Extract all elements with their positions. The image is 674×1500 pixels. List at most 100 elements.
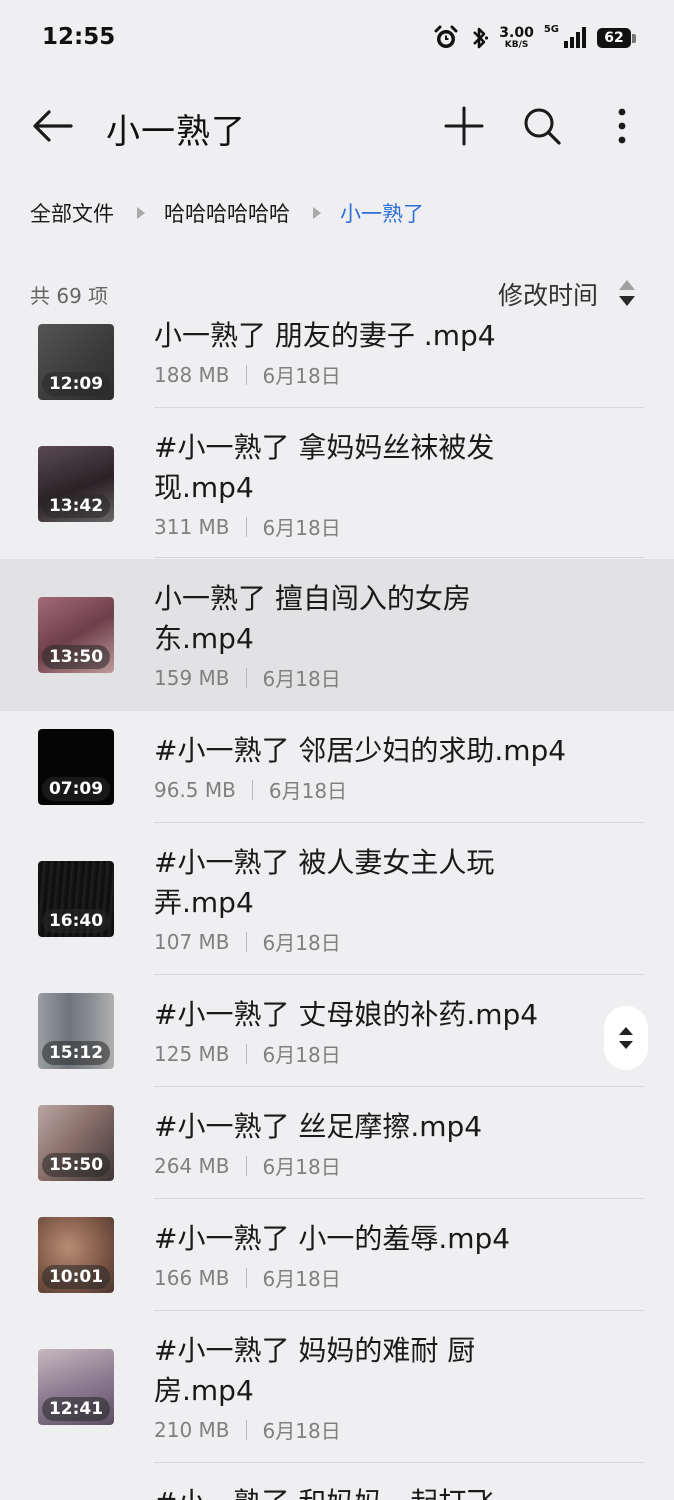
file-date: 6月18日 [262, 1155, 341, 1179]
meta-divider [251, 779, 253, 800]
page-title: 小一熟了 [106, 112, 246, 152]
app-bar: 小一熟了 [0, 86, 674, 166]
back-button[interactable] [28, 104, 76, 148]
list-item[interactable]: 13:42 #小一熟了 拿妈妈丝袜被发现.mp4 311 MB 6月18日 [0, 408, 674, 558]
status-time: 12:55 [42, 24, 116, 50]
signal-icon [563, 27, 587, 49]
item-count: 共 69 项 [30, 284, 109, 308]
file-meta: 107 MB 6月18日 [154, 927, 341, 956]
file-name: #小一熟了 和妈妈一起打飞 [154, 1483, 614, 1500]
triangle-right-icon [312, 206, 322, 220]
file-size: 125 MB [154, 1041, 230, 1066]
file-name: #小一熟了 丝足摩擦.mp4 [154, 1110, 483, 1143]
file-date: 6月18日 [262, 516, 341, 540]
meta-divider [245, 931, 247, 952]
video-duration: 12:09 [42, 372, 110, 396]
more-options-button[interactable] [598, 102, 646, 150]
video-thumbnail: 15:12 [38, 993, 114, 1069]
file-size: 311 MB [154, 514, 230, 539]
file-date: 6月18日 [262, 667, 341, 691]
video-duration: 13:42 [42, 494, 110, 518]
list-item[interactable]: 07:09 #小一熟了 邻居少妇的求助.mp4 96.5 MB 6月18日 [0, 711, 674, 823]
file-date: 6月18日 [262, 1043, 341, 1067]
file-name: #小一熟了 拿妈妈丝袜被发现.mp4 [154, 431, 495, 504]
list-item[interactable]: 15:50 #小一熟了 丝足摩擦.mp4 264 MB 6月18日 [0, 1087, 674, 1199]
file-size: 188 MB [154, 362, 230, 387]
breadcrumb-item-current[interactable]: 小一熟了 [340, 198, 424, 228]
file-size: 264 MB [154, 1153, 230, 1178]
status-icons: 3.00 KB/S 5G 62 [433, 20, 636, 56]
net-speed-unit: KB/S [504, 40, 529, 50]
file-meta: 166 MB 6月18日 [154, 1263, 341, 1292]
alarm-icon [433, 25, 459, 51]
breadcrumb: 全部文件 哈哈哈哈哈哈 小一熟了 [30, 196, 424, 230]
video-thumbnail: 15:50 [38, 1105, 114, 1181]
fast-scroll-handle[interactable] [604, 1006, 648, 1070]
battery-indicator: 62 [597, 28, 636, 48]
file-size: 166 MB [154, 1265, 230, 1290]
breadcrumb-item-all-files[interactable]: 全部文件 [30, 198, 114, 228]
file-meta: 125 MB 6月18日 [154, 1039, 341, 1068]
video-duration: 12:41 [42, 1397, 110, 1421]
meta-divider [245, 1155, 247, 1176]
status-bar: 12:55 3.00 KB/S 5G 62 [0, 0, 674, 76]
video-thumbnail: 10:01 [38, 1217, 114, 1293]
meta-divider [245, 1419, 247, 1440]
battery-tip [632, 33, 636, 43]
file-meta: 159 MB 6月18日 [154, 663, 341, 692]
file-list: 12:09 小一熟了 朋友的妻子 .mp4 188 MB 6月18日 13:42… [0, 320, 674, 1500]
file-name: #小一熟了 丈母娘的补药.mp4 [154, 998, 539, 1031]
meta-divider [245, 364, 247, 385]
breadcrumb-item-folder[interactable]: 哈哈哈哈哈哈 [164, 198, 290, 228]
file-name: 小一熟了 朋友的妻子 .mp4 [154, 320, 496, 352]
video-thumbnail: 12:09 [38, 324, 114, 400]
file-date: 6月18日 [262, 931, 341, 955]
battery-level: 62 [597, 28, 631, 48]
file-size: 96.5 MB [154, 777, 236, 802]
list-summary: 共 69 项 修改时间 [30, 276, 644, 310]
file-name: 小一熟了 擅自闯入的女房东.mp4 [154, 582, 471, 655]
file-meta: 264 MB 6月18日 [154, 1151, 341, 1180]
file-date: 6月18日 [268, 779, 348, 803]
file-size: 210 MB [154, 1417, 230, 1442]
row-divider [154, 557, 644, 558]
file-meta: 96.5 MB 6月18日 [154, 775, 347, 804]
sort-button[interactable]: 修改时间 [498, 276, 598, 312]
list-item[interactable]: #小一熟了 和妈妈一起打飞 [0, 1463, 674, 1500]
list-item[interactable]: 12:41 #小一熟了 妈妈的难耐 厨房.mp4 210 MB 6月18日 [0, 1311, 674, 1463]
video-duration: 16:40 [42, 909, 110, 933]
file-name: #小一熟了 被人妻女主人玩弄.mp4 [154, 846, 495, 919]
list-item[interactable]: 10:01 #小一熟了 小一的羞辱.mp4 166 MB 6月18日 [0, 1199, 674, 1311]
video-duration: 07:09 [42, 777, 110, 801]
video-duration: 13:50 [42, 645, 110, 669]
file-date: 6月18日 [262, 1267, 341, 1291]
sort-updown-icon[interactable] [618, 278, 636, 312]
file-date: 6月18日 [262, 364, 341, 388]
file-meta: 311 MB 6月18日 [154, 512, 341, 541]
meta-divider [245, 516, 247, 537]
meta-divider [245, 1043, 247, 1064]
file-name: #小一熟了 小一的羞辱.mp4 [154, 1222, 511, 1255]
video-thumbnail: 07:09 [38, 729, 114, 805]
list-item-selected[interactable]: 13:50 小一熟了 擅自闯入的女房东.mp4 159 MB 6月18日 [0, 559, 674, 711]
file-name: #小一熟了 邻居少妇的求助.mp4 [154, 734, 567, 767]
video-duration: 15:12 [42, 1041, 110, 1065]
add-button[interactable] [440, 102, 488, 150]
video-thumbnail: 16:40 [38, 861, 114, 937]
plus-icon [444, 106, 484, 146]
video-duration: 15:50 [42, 1153, 110, 1177]
meta-divider [245, 667, 247, 688]
search-button[interactable] [518, 102, 566, 150]
file-size: 159 MB [154, 665, 230, 690]
net-speed-value: 3.00 [499, 25, 534, 41]
list-item[interactable]: 16:40 #小一熟了 被人妻女主人玩弄.mp4 107 MB 6月18日 [0, 823, 674, 975]
file-meta: 188 MB 6月18日 [154, 360, 341, 389]
sort-updown-icon [619, 1027, 633, 1049]
triangle-right-icon [136, 206, 146, 220]
video-thumbnail: 13:42 [38, 446, 114, 522]
list-item[interactable]: 12:09 小一熟了 朋友的妻子 .mp4 188 MB 6月18日 [0, 320, 674, 408]
file-size: 107 MB [154, 929, 230, 954]
net-speed: 3.00 KB/S [499, 26, 534, 50]
list-item[interactable]: 15:12 #小一熟了 丈母娘的补药.mp4 125 MB 6月18日 [0, 975, 674, 1087]
video-duration: 10:01 [42, 1265, 110, 1289]
